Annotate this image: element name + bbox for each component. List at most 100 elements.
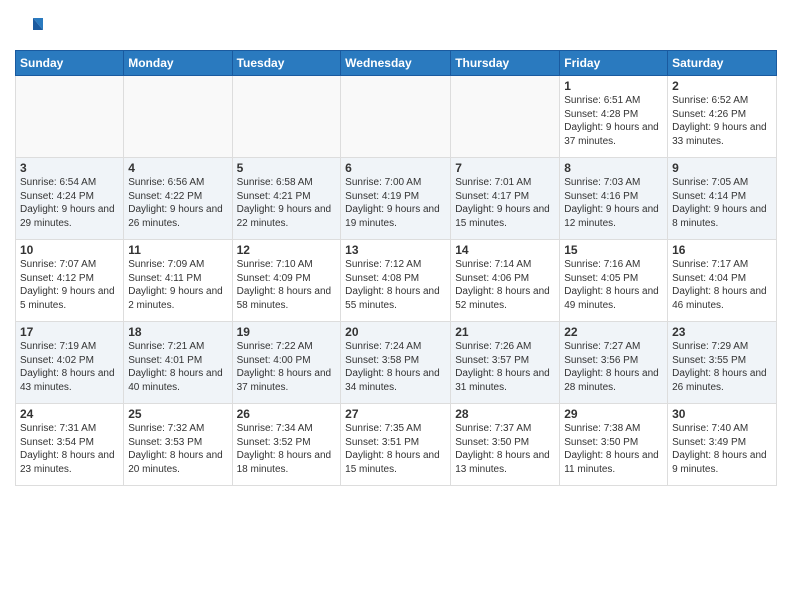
- calendar-week-row: 17Sunrise: 7:19 AM Sunset: 4:02 PM Dayli…: [16, 322, 777, 404]
- day-number: 29: [564, 407, 663, 421]
- day-number: 11: [128, 243, 227, 257]
- day-info: Sunrise: 6:56 AM Sunset: 4:22 PM Dayligh…: [128, 176, 227, 230]
- calendar-cell: 5Sunrise: 6:58 AM Sunset: 4:21 PM Daylig…: [232, 158, 341, 240]
- day-info: Sunrise: 7:03 AM Sunset: 4:16 PM Dayligh…: [564, 176, 663, 230]
- day-info: Sunrise: 7:16 AM Sunset: 4:05 PM Dayligh…: [564, 258, 663, 312]
- day-info: Sunrise: 7:12 AM Sunset: 4:08 PM Dayligh…: [345, 258, 446, 312]
- calendar-cell: 3Sunrise: 6:54 AM Sunset: 4:24 PM Daylig…: [16, 158, 124, 240]
- calendar-cell: 2Sunrise: 6:52 AM Sunset: 4:26 PM Daylig…: [668, 76, 777, 158]
- day-info: Sunrise: 7:35 AM Sunset: 3:51 PM Dayligh…: [345, 422, 446, 476]
- calendar-day-header: Tuesday: [232, 51, 341, 76]
- calendar-cell: [451, 76, 560, 158]
- calendar-week-row: 10Sunrise: 7:07 AM Sunset: 4:12 PM Dayli…: [16, 240, 777, 322]
- day-info: Sunrise: 6:54 AM Sunset: 4:24 PM Dayligh…: [20, 176, 119, 230]
- calendar-table: SundayMondayTuesdayWednesdayThursdayFrid…: [15, 50, 777, 486]
- day-number: 3: [20, 161, 119, 175]
- day-number: 17: [20, 325, 119, 339]
- day-number: 24: [20, 407, 119, 421]
- calendar-cell: 20Sunrise: 7:24 AM Sunset: 3:58 PM Dayli…: [341, 322, 451, 404]
- day-info: Sunrise: 7:24 AM Sunset: 3:58 PM Dayligh…: [345, 340, 446, 394]
- day-number: 9: [672, 161, 772, 175]
- day-number: 19: [237, 325, 337, 339]
- calendar-cell: 6Sunrise: 7:00 AM Sunset: 4:19 PM Daylig…: [341, 158, 451, 240]
- day-info: Sunrise: 7:10 AM Sunset: 4:09 PM Dayligh…: [237, 258, 337, 312]
- logo: [15, 14, 47, 42]
- calendar-cell: [124, 76, 232, 158]
- day-info: Sunrise: 7:27 AM Sunset: 3:56 PM Dayligh…: [564, 340, 663, 394]
- day-number: 12: [237, 243, 337, 257]
- day-number: 2: [672, 79, 772, 93]
- calendar-header-row: SundayMondayTuesdayWednesdayThursdayFrid…: [16, 51, 777, 76]
- day-number: 23: [672, 325, 772, 339]
- day-number: 10: [20, 243, 119, 257]
- calendar-cell: 7Sunrise: 7:01 AM Sunset: 4:17 PM Daylig…: [451, 158, 560, 240]
- calendar-cell: [341, 76, 451, 158]
- calendar-cell: 17Sunrise: 7:19 AM Sunset: 4:02 PM Dayli…: [16, 322, 124, 404]
- day-info: Sunrise: 7:40 AM Sunset: 3:49 PM Dayligh…: [672, 422, 772, 476]
- calendar-cell: 22Sunrise: 7:27 AM Sunset: 3:56 PM Dayli…: [560, 322, 668, 404]
- calendar-cell: 10Sunrise: 7:07 AM Sunset: 4:12 PM Dayli…: [16, 240, 124, 322]
- calendar-cell: 28Sunrise: 7:37 AM Sunset: 3:50 PM Dayli…: [451, 404, 560, 486]
- calendar-cell: 13Sunrise: 7:12 AM Sunset: 4:08 PM Dayli…: [341, 240, 451, 322]
- day-info: Sunrise: 7:14 AM Sunset: 4:06 PM Dayligh…: [455, 258, 555, 312]
- day-info: Sunrise: 6:52 AM Sunset: 4:26 PM Dayligh…: [672, 94, 772, 148]
- calendar-cell: 23Sunrise: 7:29 AM Sunset: 3:55 PM Dayli…: [668, 322, 777, 404]
- day-info: Sunrise: 7:38 AM Sunset: 3:50 PM Dayligh…: [564, 422, 663, 476]
- day-info: Sunrise: 7:34 AM Sunset: 3:52 PM Dayligh…: [237, 422, 337, 476]
- calendar-cell: 27Sunrise: 7:35 AM Sunset: 3:51 PM Dayli…: [341, 404, 451, 486]
- day-info: Sunrise: 7:05 AM Sunset: 4:14 PM Dayligh…: [672, 176, 772, 230]
- calendar-cell: 26Sunrise: 7:34 AM Sunset: 3:52 PM Dayli…: [232, 404, 341, 486]
- calendar-week-row: 3Sunrise: 6:54 AM Sunset: 4:24 PM Daylig…: [16, 158, 777, 240]
- day-number: 20: [345, 325, 446, 339]
- day-info: Sunrise: 7:22 AM Sunset: 4:00 PM Dayligh…: [237, 340, 337, 394]
- day-number: 5: [237, 161, 337, 175]
- day-info: Sunrise: 6:58 AM Sunset: 4:21 PM Dayligh…: [237, 176, 337, 230]
- calendar-cell: [232, 76, 341, 158]
- day-number: 28: [455, 407, 555, 421]
- day-info: Sunrise: 7:07 AM Sunset: 4:12 PM Dayligh…: [20, 258, 119, 312]
- day-number: 27: [345, 407, 446, 421]
- calendar-day-header: Saturday: [668, 51, 777, 76]
- day-number: 16: [672, 243, 772, 257]
- day-info: Sunrise: 7:19 AM Sunset: 4:02 PM Dayligh…: [20, 340, 119, 394]
- day-info: Sunrise: 7:32 AM Sunset: 3:53 PM Dayligh…: [128, 422, 227, 476]
- day-number: 22: [564, 325, 663, 339]
- day-info: Sunrise: 7:17 AM Sunset: 4:04 PM Dayligh…: [672, 258, 772, 312]
- day-number: 14: [455, 243, 555, 257]
- page: SundayMondayTuesdayWednesdayThursdayFrid…: [0, 0, 792, 612]
- day-number: 7: [455, 161, 555, 175]
- day-info: Sunrise: 7:09 AM Sunset: 4:11 PM Dayligh…: [128, 258, 227, 312]
- calendar-cell: [16, 76, 124, 158]
- calendar-day-header: Monday: [124, 51, 232, 76]
- calendar-cell: 25Sunrise: 7:32 AM Sunset: 3:53 PM Dayli…: [124, 404, 232, 486]
- day-number: 8: [564, 161, 663, 175]
- calendar-cell: 1Sunrise: 6:51 AM Sunset: 4:28 PM Daylig…: [560, 76, 668, 158]
- day-info: Sunrise: 7:00 AM Sunset: 4:19 PM Dayligh…: [345, 176, 446, 230]
- day-number: 25: [128, 407, 227, 421]
- day-number: 4: [128, 161, 227, 175]
- day-number: 26: [237, 407, 337, 421]
- calendar-cell: 15Sunrise: 7:16 AM Sunset: 4:05 PM Dayli…: [560, 240, 668, 322]
- day-number: 21: [455, 325, 555, 339]
- logo-icon: [15, 14, 43, 42]
- calendar-cell: 11Sunrise: 7:09 AM Sunset: 4:11 PM Dayli…: [124, 240, 232, 322]
- day-info: Sunrise: 7:37 AM Sunset: 3:50 PM Dayligh…: [455, 422, 555, 476]
- day-info: Sunrise: 6:51 AM Sunset: 4:28 PM Dayligh…: [564, 94, 663, 148]
- day-number: 30: [672, 407, 772, 421]
- calendar-cell: 24Sunrise: 7:31 AM Sunset: 3:54 PM Dayli…: [16, 404, 124, 486]
- day-info: Sunrise: 7:01 AM Sunset: 4:17 PM Dayligh…: [455, 176, 555, 230]
- calendar-day-header: Wednesday: [341, 51, 451, 76]
- day-info: Sunrise: 7:29 AM Sunset: 3:55 PM Dayligh…: [672, 340, 772, 394]
- day-number: 13: [345, 243, 446, 257]
- calendar-cell: 8Sunrise: 7:03 AM Sunset: 4:16 PM Daylig…: [560, 158, 668, 240]
- calendar-cell: 21Sunrise: 7:26 AM Sunset: 3:57 PM Dayli…: [451, 322, 560, 404]
- day-number: 6: [345, 161, 446, 175]
- calendar-cell: 29Sunrise: 7:38 AM Sunset: 3:50 PM Dayli…: [560, 404, 668, 486]
- calendar-cell: 16Sunrise: 7:17 AM Sunset: 4:04 PM Dayli…: [668, 240, 777, 322]
- calendar-week-row: 1Sunrise: 6:51 AM Sunset: 4:28 PM Daylig…: [16, 76, 777, 158]
- calendar-day-header: Sunday: [16, 51, 124, 76]
- calendar-day-header: Thursday: [451, 51, 560, 76]
- calendar-day-header: Friday: [560, 51, 668, 76]
- day-number: 1: [564, 79, 663, 93]
- calendar-cell: 14Sunrise: 7:14 AM Sunset: 4:06 PM Dayli…: [451, 240, 560, 322]
